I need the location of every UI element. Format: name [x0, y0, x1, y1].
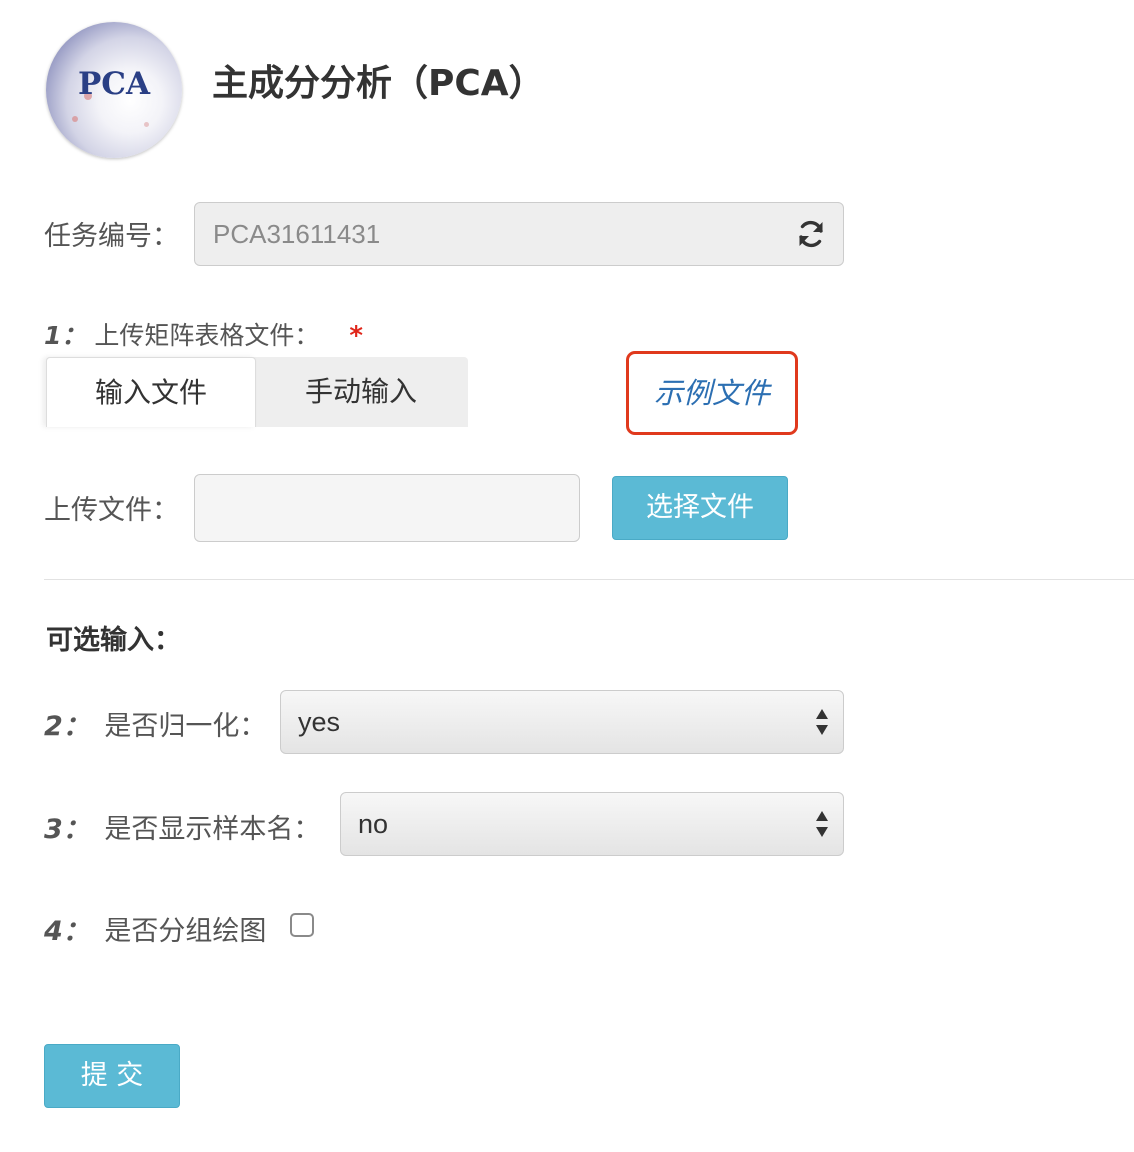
example-file-link[interactable]: 示例文件 [629, 354, 795, 432]
optional-inputs-title: 可选输入： [46, 625, 181, 656]
task-id-value: PCA31611431 [213, 219, 381, 249]
select-arrows-icon [815, 810, 829, 838]
tab-manual-input[interactable]: 手动输入 [256, 357, 466, 427]
upload-matrix-label: 上传矩阵表格文件： [94, 321, 320, 350]
refresh-icon[interactable] [795, 218, 827, 250]
task-id-field[interactable]: PCA31611431 [194, 202, 844, 266]
group-plot-label-row: 4： 是否分组绘图 [44, 909, 266, 948]
normalize-selected-value: yes [298, 707, 341, 737]
show-sample-names-selected-value: no [358, 809, 389, 839]
upload-file-input[interactable] [194, 474, 580, 542]
upload-file-label: 上传文件： [44, 495, 179, 526]
logo-dot [144, 122, 149, 127]
normalize-select[interactable]: yes [280, 690, 844, 754]
task-id-label: 任务编号： [44, 221, 179, 252]
logo-text: PCA [77, 66, 151, 102]
show-sample-names-label: 是否显示样本名： [104, 814, 321, 845]
submit-button[interactable]: 提 交 [44, 1044, 180, 1108]
normalize-label-row: 2： 是否归一化： [44, 704, 266, 743]
group-plot-label: 是否分组绘图 [104, 916, 267, 947]
input-mode-tabs: 输入文件 手动输入 [46, 357, 468, 427]
step-number-4: 4： [44, 916, 90, 947]
step-number-3: 3： [44, 814, 90, 845]
pca-logo: PCA [46, 22, 182, 158]
refresh-icon-graphic [799, 220, 823, 248]
page-title: 主成分分析（PCA） [212, 63, 545, 104]
upload-matrix-label-row: 1： 上传矩阵表格文件： * [44, 316, 363, 352]
show-sample-names-select[interactable]: no [340, 792, 844, 856]
logo-dot [72, 116, 78, 122]
normalize-label: 是否归一化： [104, 711, 267, 742]
step-number-1: 1： [44, 321, 87, 350]
required-mark: * [349, 321, 363, 351]
select-arrows-icon [815, 708, 829, 736]
show-sample-names-label-row: 3： 是否显示样本名： [44, 807, 320, 846]
group-plot-checkbox[interactable] [290, 913, 314, 937]
example-file-highlight: 示例文件 [626, 351, 798, 435]
step-number-2: 2： [44, 711, 90, 742]
tab-input-file[interactable]: 输入文件 [46, 357, 256, 427]
choose-file-button[interactable]: 选择文件 [612, 476, 788, 540]
section-divider [44, 579, 1134, 580]
pca-form-page: PCA 主成分分析（PCA） 任务编号： PCA31611431 1： 上传矩阵… [0, 0, 1134, 1152]
